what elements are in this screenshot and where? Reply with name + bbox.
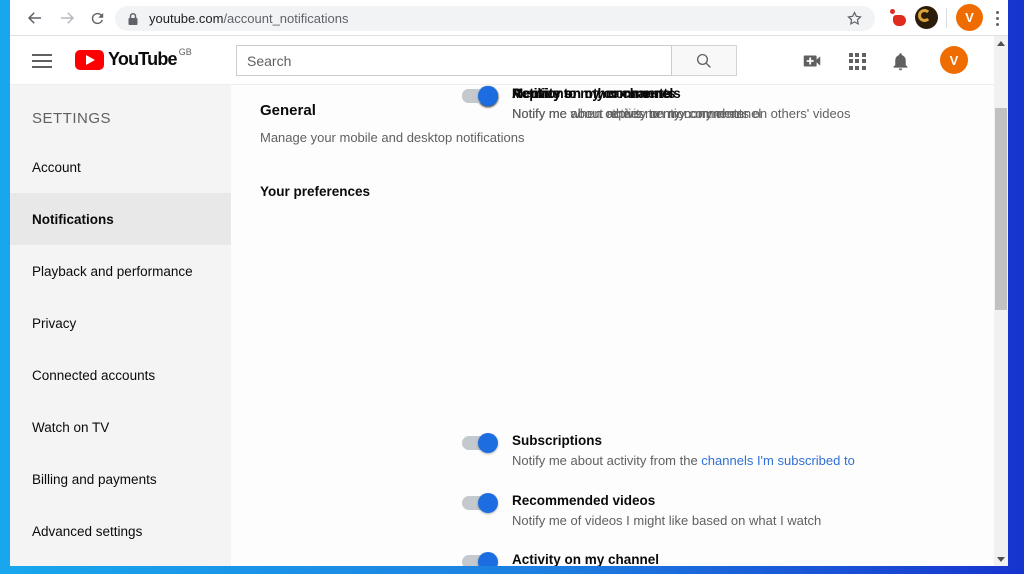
- url-domain: youtube.com: [149, 11, 224, 26]
- guide-menu-icon[interactable]: [32, 54, 52, 68]
- subscribed-channels-link[interactable]: channels I'm subscribed to: [701, 453, 855, 468]
- sidebar-item-privacy[interactable]: Privacy: [10, 297, 231, 349]
- browser-menu-icon[interactable]: [988, 7, 1006, 29]
- pref-row-activity-my-channel: Activity on my channel Notify me about c…: [462, 551, 942, 566]
- extension-icon-gold[interactable]: [915, 6, 938, 29]
- pref-title: Activity on other channels: [512, 86, 681, 101]
- toolbar-divider: [946, 8, 947, 28]
- search-button[interactable]: [672, 45, 737, 76]
- search-input[interactable]: [236, 45, 672, 76]
- sidebar-item-advanced-settings[interactable]: Advanced settings: [10, 505, 231, 557]
- sidebar-title: SETTINGS: [32, 109, 112, 127]
- pref-title: Activity on my channel: [512, 552, 660, 566]
- youtube-logo-text: YouTube: [108, 49, 178, 69]
- bookmark-button[interactable]: [846, 10, 863, 27]
- forward-icon: [61, 12, 75, 24]
- pref-row-subscriptions: Subscriptions Notify me about activity f…: [462, 432, 942, 476]
- scroll-down-icon: [997, 556, 1005, 562]
- url-text: youtube.com/account_notifications: [149, 11, 348, 26]
- pref-description: Notify me of videos I might like based o…: [512, 513, 822, 528]
- scroll-up-icon: [997, 40, 1005, 46]
- sidebar-item-billing[interactable]: Billing and payments: [10, 453, 231, 505]
- lock-icon: [128, 12, 138, 25]
- page-scrollbar[interactable]: [994, 36, 1008, 566]
- back-button[interactable]: [22, 5, 48, 31]
- page-body: SETTINGS Account Notifications Playback …: [10, 85, 994, 566]
- address-bar[interactable]: youtube.com/account_notifications: [115, 6, 875, 31]
- browser-profile-avatar[interactable]: V: [956, 4, 983, 31]
- refresh-button[interactable]: [84, 5, 110, 31]
- activity-other-channels-toggle[interactable]: [462, 86, 498, 106]
- activity-my-channel-toggle[interactable]: [462, 552, 498, 566]
- youtube-account-avatar[interactable]: V: [940, 46, 968, 74]
- browser-toolbar: youtube.com/account_notifications V: [10, 0, 1008, 36]
- youtube-apps-button[interactable]: [846, 50, 868, 72]
- pref-title: Recommended videos: [512, 493, 656, 508]
- apps-grid-icon: [848, 52, 866, 70]
- sidebar-item-playback[interactable]: Playback and performance: [10, 245, 231, 297]
- youtube-region-label: GB: [178, 47, 192, 57]
- pref-title: Subscriptions: [512, 433, 603, 448]
- star-icon: [847, 11, 862, 25]
- pref-row-recommended-videos: Recommended videos Notify me of videos I…: [462, 492, 942, 536]
- bell-icon: [893, 52, 907, 70]
- youtube-play-icon: [75, 50, 104, 70]
- recommended-videos-toggle[interactable]: [462, 493, 498, 513]
- scrollbar-thumb[interactable]: [995, 108, 1007, 310]
- notifications-bell-button[interactable]: [889, 50, 911, 72]
- sidebar-item-account[interactable]: Account: [10, 141, 231, 193]
- sidebar-item-connected-accounts[interactable]: Connected accounts: [10, 349, 231, 401]
- preferences-section-label: Your preferences: [260, 184, 371, 199]
- settings-sidebar: SETTINGS Account Notifications Playback …: [10, 85, 231, 566]
- search-icon: [696, 53, 711, 68]
- page-title: General: [260, 102, 316, 119]
- url-path: /account_notifications: [223, 11, 349, 26]
- extension-icon-red[interactable]: [888, 8, 908, 28]
- create-video-button[interactable]: [801, 50, 823, 72]
- forward-button[interactable]: [54, 5, 80, 31]
- page-subtitle: Manage your mobile and desktop notificat…: [260, 130, 525, 145]
- sidebar-item-notifications[interactable]: Notifications: [10, 193, 231, 245]
- pref-description-text: Notify me about activity from the: [512, 453, 702, 468]
- youtube-logo[interactable]: YouTube GB: [75, 47, 192, 70]
- back-icon: [27, 12, 41, 24]
- pref-row-activity-other-channels: Activity on other channels: [462, 85, 942, 129]
- browser-window: youtube.com/account_notifications V YouT…: [10, 0, 1008, 566]
- scroll-down-button[interactable]: [994, 552, 1008, 566]
- scroll-up-button[interactable]: [994, 36, 1008, 50]
- pref-description: Notify me about activity from the channe…: [512, 450, 855, 471]
- subscriptions-toggle[interactable]: [462, 433, 498, 453]
- video-camera-plus-icon: [803, 55, 821, 67]
- refresh-icon: [91, 12, 103, 24]
- sidebar-item-watch-on-tv[interactable]: Watch on TV: [10, 401, 231, 453]
